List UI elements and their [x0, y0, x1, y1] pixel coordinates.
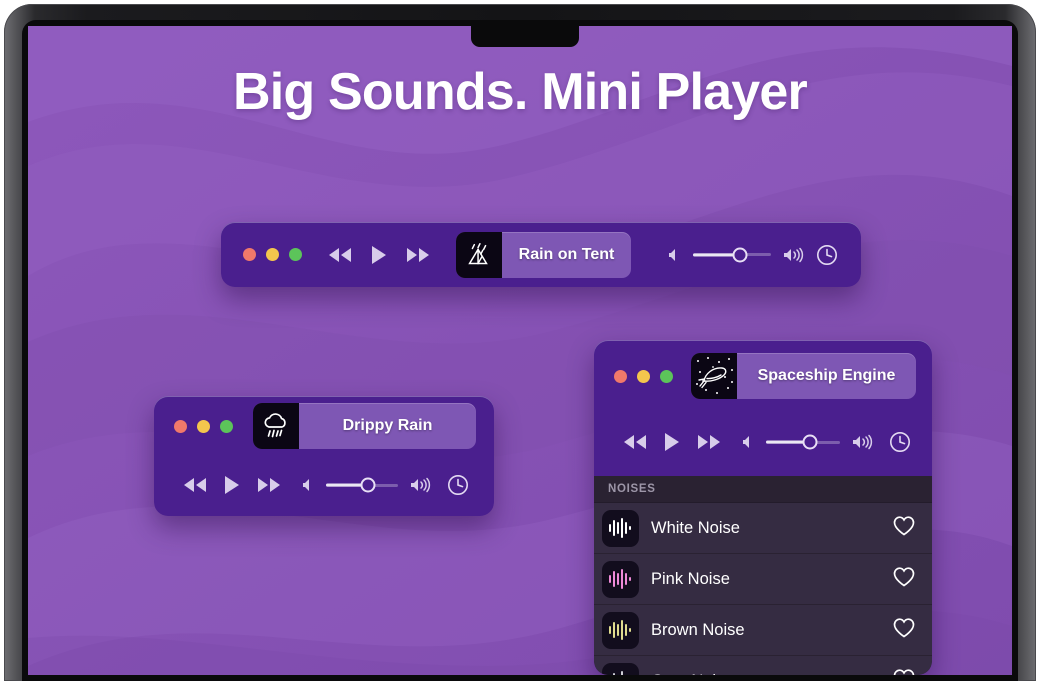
noise-list-header: NOISES — [594, 476, 932, 503]
noise-list-panel: NOISES White Noise Pink Noise Brown Nois… — [594, 476, 932, 675]
laptop-screen: Big Sounds. Mini Player Rain on Tent Dri… — [28, 26, 1012, 675]
volume-high-icon[interactable] — [846, 433, 880, 451]
fast-forward-button[interactable] — [690, 432, 728, 452]
minimize-button[interactable] — [266, 248, 279, 261]
list-item-label: Brown Noise — [651, 620, 745, 639]
list-item[interactable]: Grey Noise — [594, 656, 932, 675]
volume-high-icon[interactable] — [779, 246, 809, 264]
screenshot-stage: Big Sounds. Mini Player Rain on Tent Dri… — [0, 0, 1040, 681]
close-button[interactable] — [614, 369, 627, 383]
list-item-label: Grey Noise — [651, 672, 892, 676]
heart-outline-icon[interactable] — [892, 566, 916, 593]
volume-low-icon[interactable] — [663, 247, 685, 263]
close-button[interactable] — [174, 419, 187, 433]
window-traffic-lights — [174, 419, 233, 433]
play-button[interactable] — [654, 431, 690, 453]
track-title: Drippy Rain — [342, 417, 433, 434]
list-item[interactable]: Brown Noise — [594, 605, 932, 656]
track-title-pill[interactable]: Rain on Tent — [456, 231, 631, 278]
volume-low-icon[interactable] — [736, 434, 760, 450]
clock-icon[interactable] — [880, 430, 920, 454]
volume-slider[interactable] — [693, 247, 771, 262]
list-item-label: Pink Noise — [651, 569, 730, 588]
laptop-frame: Big Sounds. Mini Player Rain on Tent Dri… — [4, 4, 1036, 681]
list-item[interactable]: White Noise — [594, 503, 932, 554]
zoom-button[interactable] — [660, 369, 673, 383]
rain-cloud-icon — [253, 403, 299, 449]
window-traffic-lights — [614, 369, 673, 383]
heart-outline-icon[interactable] — [892, 515, 916, 542]
rewind-button[interactable] — [326, 245, 354, 265]
waveform-icon — [602, 509, 639, 547]
track-title-pill[interactable]: Spaceship Engine — [691, 353, 916, 399]
zoom-button[interactable] — [220, 419, 233, 433]
tent-rain-icon — [456, 231, 502, 278]
volume-slider-knob[interactable] — [732, 247, 748, 262]
play-button[interactable] — [370, 244, 388, 266]
waveform-icon — [602, 611, 639, 649]
minimize-button[interactable] — [637, 369, 650, 383]
play-button[interactable] — [214, 474, 250, 496]
rewind-button[interactable] — [616, 432, 654, 452]
clock-icon[interactable] — [809, 243, 845, 267]
close-button[interactable] — [243, 248, 256, 261]
volume-high-icon[interactable] — [404, 476, 438, 494]
volume-slider[interactable] — [326, 477, 398, 493]
volume-slider-knob[interactable] — [360, 477, 376, 493]
player-window-drippy-rain[interactable]: Drippy Rain — [154, 396, 494, 516]
window-traffic-lights — [243, 248, 302, 261]
zoom-button[interactable] — [289, 248, 302, 261]
track-title-pill[interactable]: Drippy Rain — [253, 403, 476, 449]
track-title: Spaceship Engine — [757, 367, 896, 384]
volume-slider-knob[interactable] — [802, 434, 818, 450]
track-title: Rain on Tent — [518, 245, 615, 263]
list-item[interactable]: Pink Noise — [594, 554, 932, 605]
volume-slider[interactable] — [766, 434, 840, 450]
fast-forward-button[interactable] — [250, 475, 288, 495]
waveform-icon — [602, 662, 639, 675]
player-window-rain-on-tent[interactable]: Rain on Tent — [221, 222, 861, 287]
fast-forward-button[interactable] — [404, 245, 432, 265]
heart-outline-icon[interactable] — [892, 668, 916, 675]
spaceship-icon — [691, 353, 737, 399]
waveform-icon — [602, 560, 639, 598]
heart-outline-icon[interactable] — [892, 617, 916, 644]
rewind-button[interactable] — [176, 475, 214, 495]
list-item-label: White Noise — [651, 518, 740, 537]
minimize-button[interactable] — [197, 419, 210, 433]
player-window-spaceship-engine[interactable]: Spaceship Engine NOISES White Noise Pink… — [594, 340, 932, 675]
page-title: Big Sounds. Mini Player — [233, 63, 808, 121]
clock-icon[interactable] — [438, 473, 478, 497]
laptop-notch — [471, 20, 579, 47]
volume-low-icon[interactable] — [296, 477, 320, 493]
